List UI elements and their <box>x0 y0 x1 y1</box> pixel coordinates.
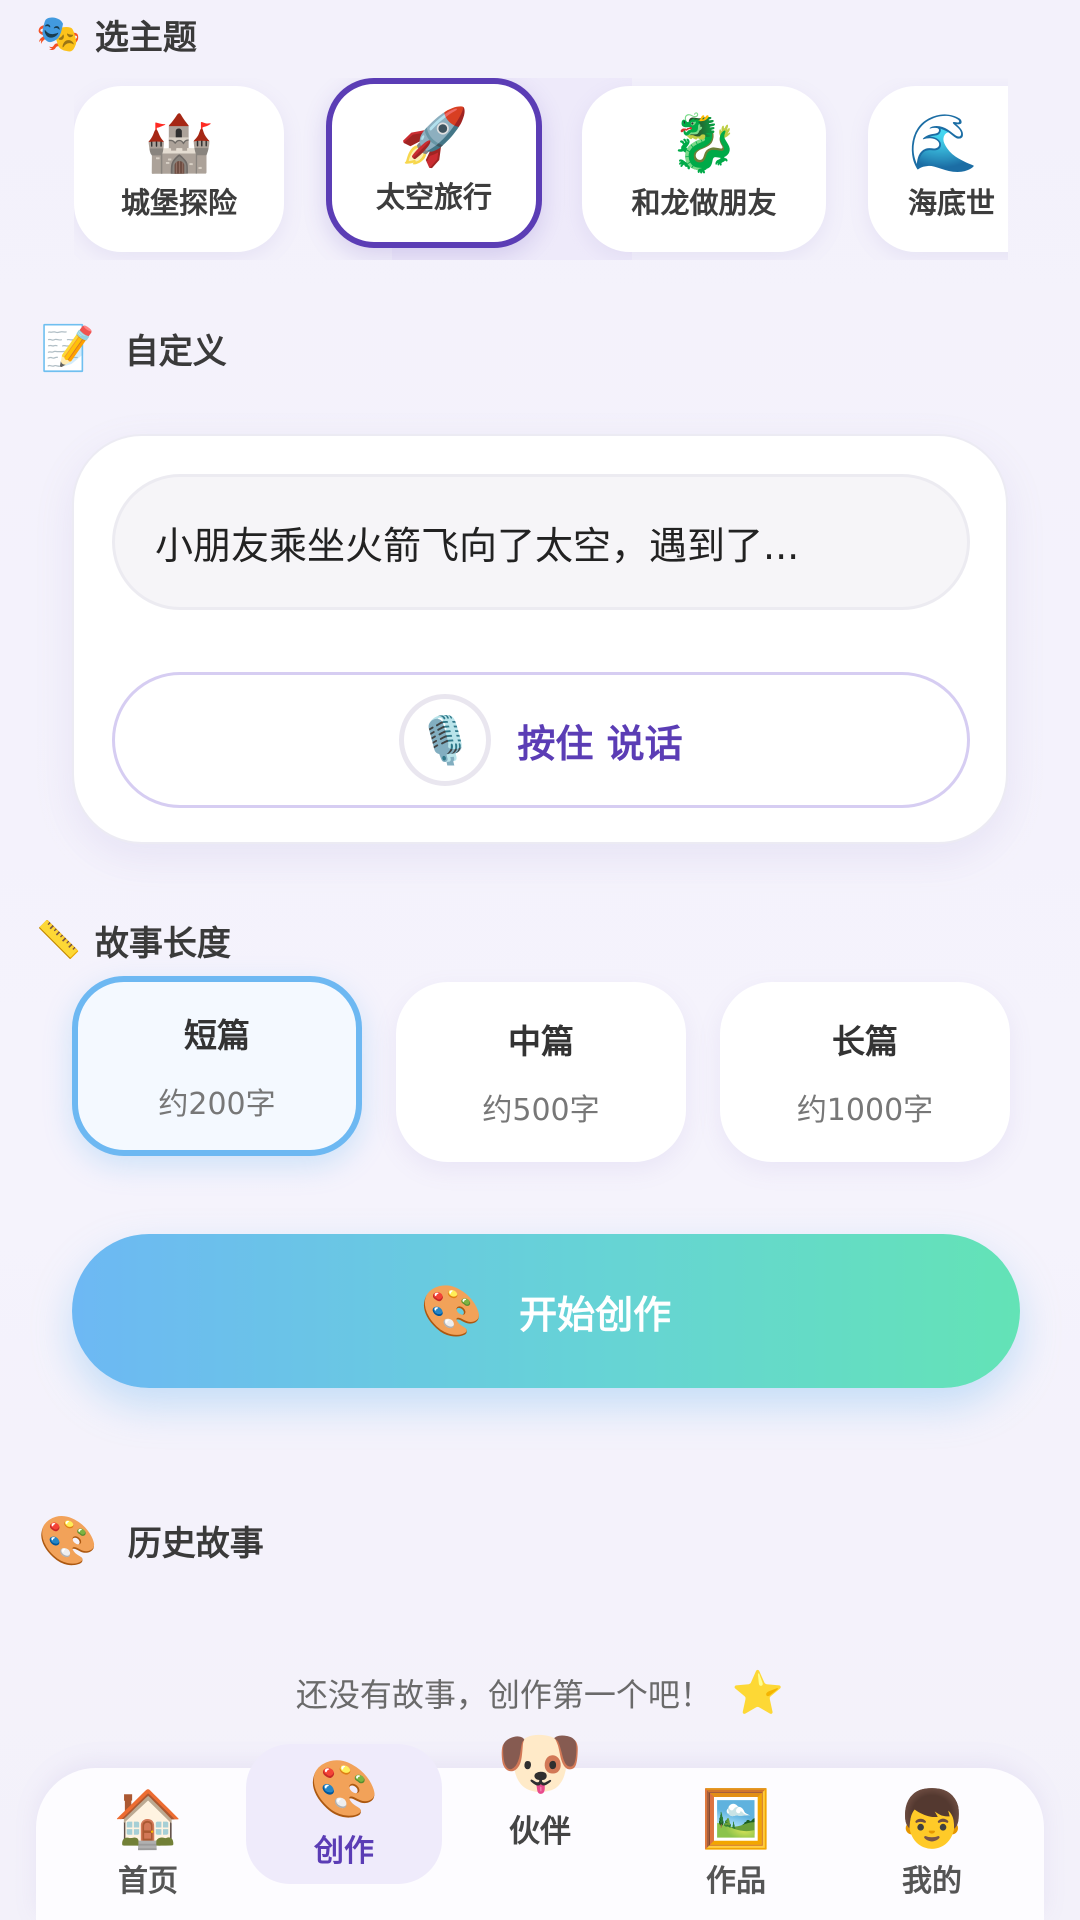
theater-masks-icon: 🎭 <box>36 13 81 55</box>
history-section-header: 🎨 历史故事 <box>38 1516 264 1565</box>
hold-to-talk-label: 按住 说话 <box>517 721 683 766</box>
theme-label: 城堡探险 <box>120 186 237 220</box>
nav-item-home[interactable]: 🏠 首页 <box>50 1768 246 1920</box>
ruler-icon: 📏 <box>36 919 81 961</box>
robot-dog-icon: 🐶 <box>496 1722 584 1804</box>
microphone-icon: 🎙️ <box>399 694 492 786</box>
custom-story-card: 🎙️ 按住 说话 <box>72 434 1008 844</box>
dragon-icon: 🐉 <box>669 111 739 176</box>
house-icon: 🏠 <box>113 1787 183 1852</box>
theme-label: 和龙做朋友 <box>631 186 777 220</box>
length-name: 中篇 <box>508 1022 574 1061</box>
nav-item-create[interactable]: 🎨 创作 <box>246 1744 442 1884</box>
length-option-medium[interactable]: 中篇 约500字 <box>396 982 686 1162</box>
star-icon: ⭐ <box>731 1668 785 1717</box>
nav-label: 首页 <box>118 1864 178 1899</box>
theme-card-castle[interactable]: 🏰 城堡探险 <box>74 86 284 252</box>
theme-label: 海底世 <box>908 186 996 220</box>
nav-item-buddy[interactable]: 🐶 伙伴 <box>442 1728 638 1898</box>
length-option-long[interactable]: 长篇 约1000字 <box>720 982 1010 1162</box>
length-name: 短篇 <box>184 1016 250 1055</box>
length-desc: 约1000字 <box>796 1093 934 1128</box>
theme-section-header: 🎭 选主题 <box>36 10 197 59</box>
framed-picture-icon: 🖼️ <box>701 1787 771 1852</box>
empty-history-text: 还没有故事，创作第一个吧！ <box>295 1676 712 1714</box>
length-section-header: 📏 故事长度 <box>36 916 231 965</box>
length-desc: 约500字 <box>482 1093 600 1128</box>
custom-section-title: 自定义 <box>124 332 227 372</box>
theme-label: 太空旅行 <box>375 180 492 214</box>
child-avatar-icon: 👦 <box>897 1787 967 1852</box>
create-page: 🎭 选主题 🏰 城堡探险 🚀 太空旅行 🐉 和龙做朋友 🌊 海底世 📝 自定义 <box>0 0 1080 1920</box>
palette-icon: 🎨 <box>38 1512 98 1569</box>
length-name: 长篇 <box>832 1022 898 1061</box>
theme-carousel[interactable]: 🏰 城堡探险 🚀 太空旅行 🐉 和龙做朋友 🌊 海底世 <box>74 78 1008 260</box>
bottom-navigation: 🏠 首页 🎨 创作 🐶 伙伴 🖼️ 作品 👦 我的 <box>36 1728 1044 1920</box>
wave-icon: 🌊 <box>908 111 978 176</box>
nav-label: 伙伴 <box>509 1814 571 1850</box>
nav-item-works[interactable]: 🖼️ 作品 <box>638 1768 834 1920</box>
history-section-title: 历史故事 <box>127 1524 264 1564</box>
length-desc: 约200字 <box>158 1087 276 1122</box>
pencil-icon: 📝 <box>40 322 95 374</box>
empty-history-hint: 还没有故事，创作第一个吧！ ⭐ <box>0 1670 1080 1716</box>
length-section-title: 故事长度 <box>94 924 231 964</box>
story-prompt-input[interactable] <box>155 520 967 564</box>
theme-card-dragon[interactable]: 🐉 和龙做朋友 <box>582 86 826 252</box>
hold-to-talk-button[interactable]: 🎙️ 按住 说话 <box>112 672 970 808</box>
theme-section-title: 选主题 <box>94 18 197 58</box>
custom-section-header: 📝 自定义 <box>40 324 227 373</box>
story-prompt-field[interactable] <box>112 474 970 610</box>
castle-icon: 🏰 <box>144 111 214 176</box>
theme-card-space[interactable]: 🚀 太空旅行 <box>326 78 542 248</box>
start-creating-label: 开始创作 <box>519 1292 672 1337</box>
palette-icon: 🎨 <box>309 1757 379 1822</box>
palette-icon: 🎨 <box>420 1282 484 1340</box>
length-option-short[interactable]: 短篇 约200字 <box>72 976 362 1156</box>
nav-label: 创作 <box>314 1834 374 1869</box>
nav-label: 我的 <box>902 1864 962 1899</box>
nav-label: 作品 <box>706 1864 766 1899</box>
start-creating-button[interactable]: 🎨 开始创作 <box>72 1234 1020 1388</box>
rocket-icon: 🚀 <box>399 105 469 170</box>
theme-card-ocean[interactable]: 🌊 海底世 <box>868 86 1008 252</box>
nav-item-profile[interactable]: 👦 我的 <box>834 1768 1030 1920</box>
